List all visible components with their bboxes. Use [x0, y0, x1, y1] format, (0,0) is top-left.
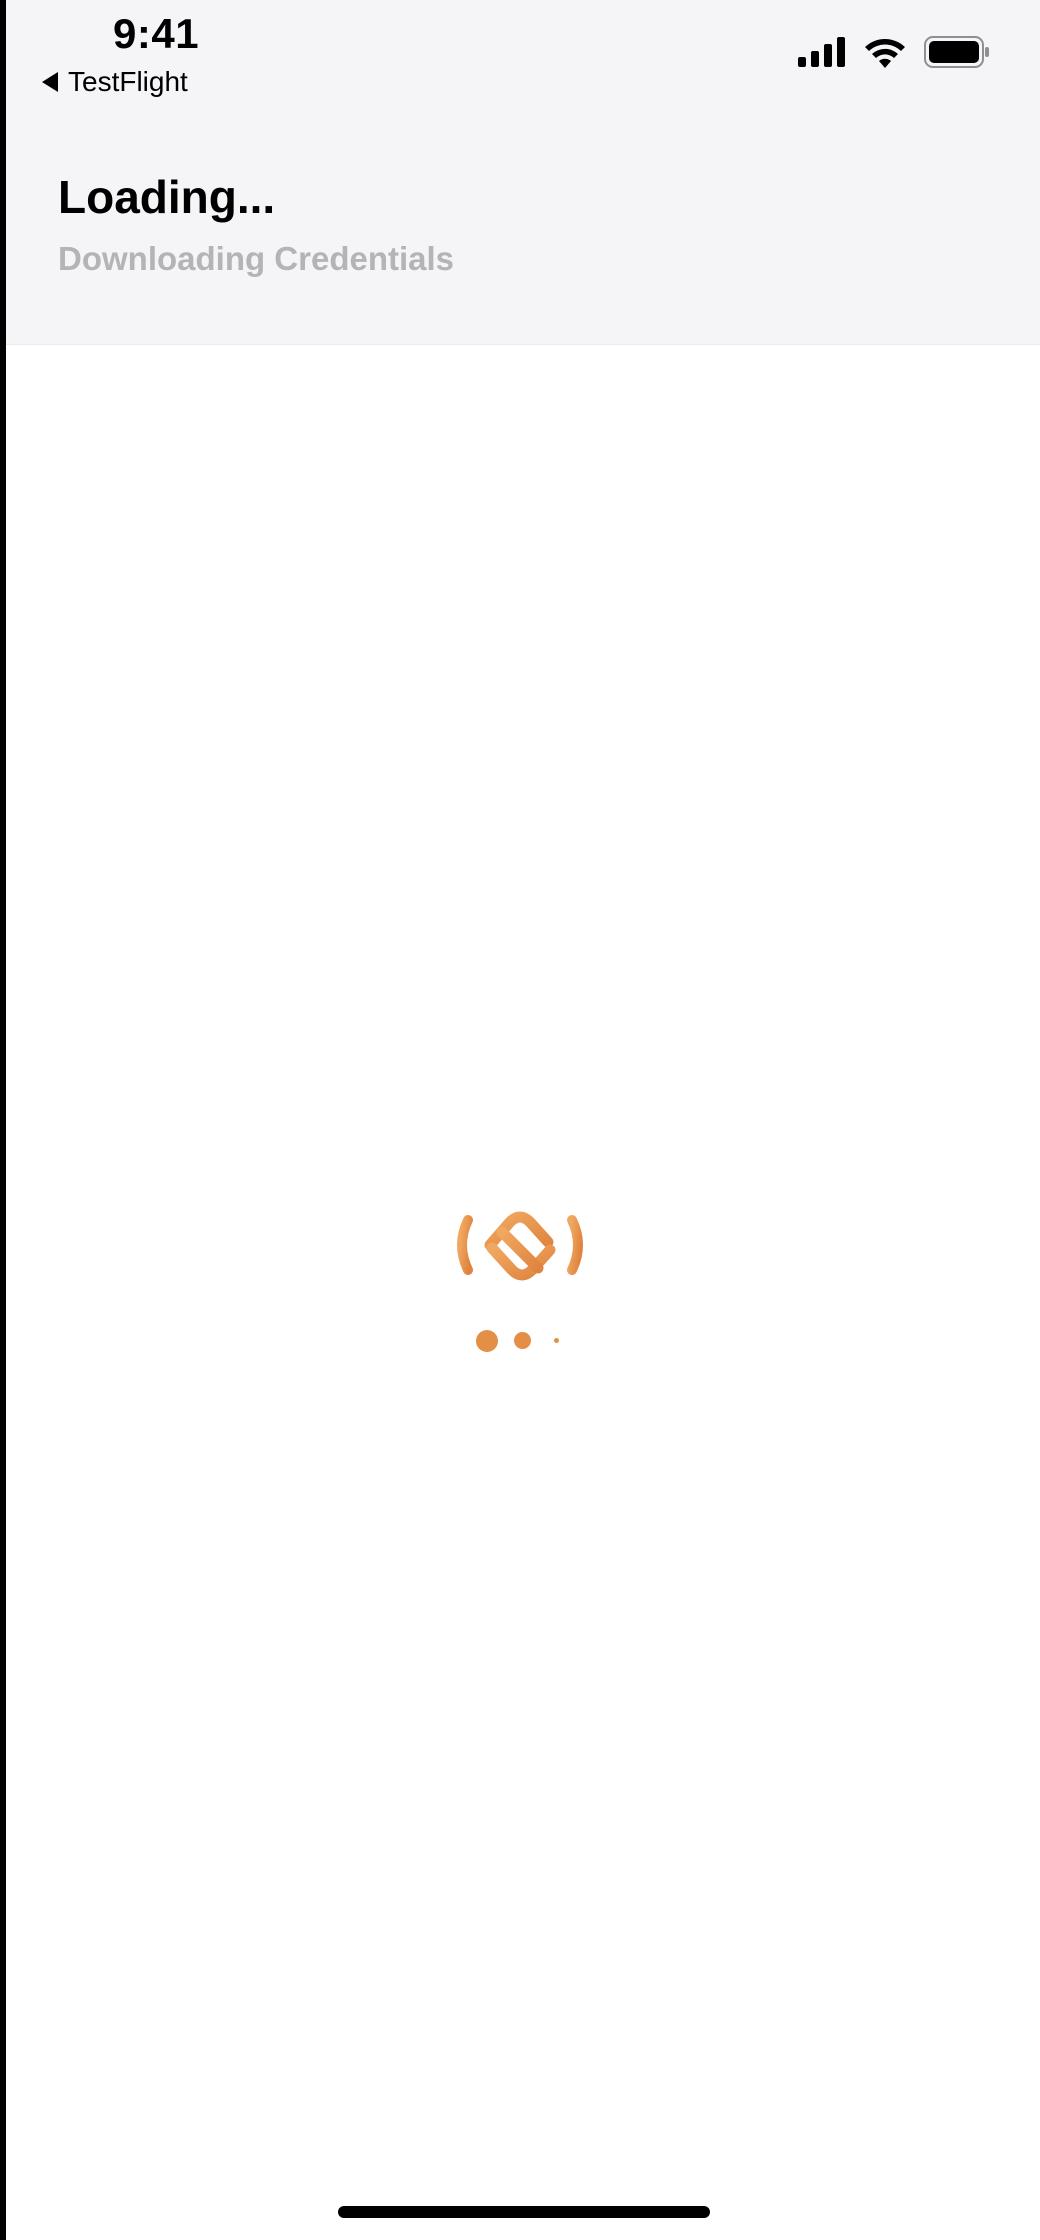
- status-icons: [798, 36, 990, 68]
- home-indicator[interactable]: [338, 2206, 710, 2218]
- page-subtitle: Downloading Credentials: [58, 240, 455, 277]
- loading-dot: [514, 1332, 531, 1349]
- header: 9:41 TestFlight Loading... Downloading C…: [6, 0, 1040, 345]
- loading-dots: [0, 1200, 1040, 1400]
- loading-dot: [476, 1330, 498, 1352]
- status-time: 9:41: [113, 10, 200, 57]
- wifi-icon: [865, 39, 905, 68]
- back-to-testflight-link[interactable]: TestFlight: [42, 66, 188, 98]
- back-caret-icon: [42, 72, 58, 92]
- back-link-label: TestFlight: [68, 66, 188, 97]
- page-title: Loading...: [58, 171, 276, 223]
- cellular-signal-icon: [798, 37, 845, 67]
- loading-dot: [554, 1338, 559, 1343]
- battery-icon: [924, 36, 989, 68]
- app-screen: 9:41 TestFlight Loading... Downloading C…: [0, 0, 1040, 2240]
